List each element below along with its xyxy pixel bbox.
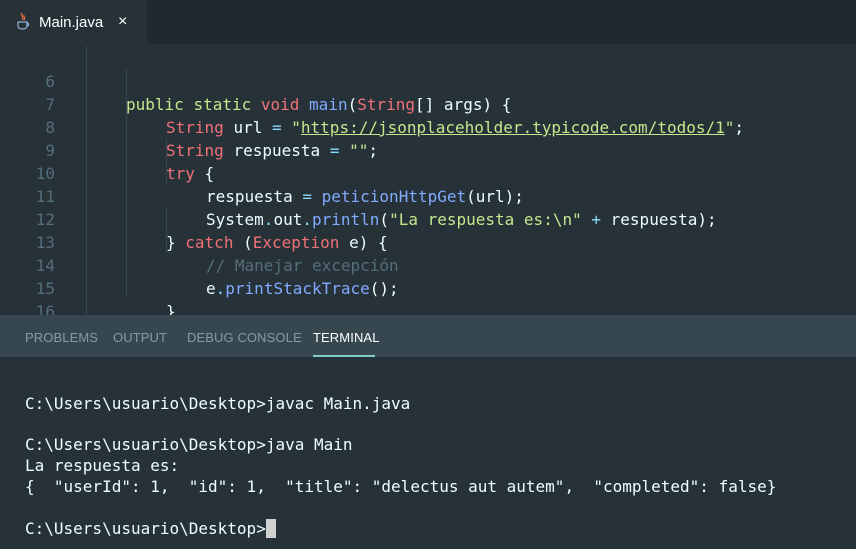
code-line: 14 e.printStackTrace(); xyxy=(0,231,856,298)
tab-title: Main.java xyxy=(39,14,104,31)
tab-main-java[interactable]: Main.java × xyxy=(0,0,147,44)
close-icon[interactable]: × xyxy=(118,12,127,32)
code-line: 15 } xyxy=(0,254,856,315)
code-line: 7 String url = "https://jsonplaceholder.… xyxy=(0,70,856,137)
java-file-icon xyxy=(17,12,30,30)
panel-tab-bar: PROBLEMS OUTPUT DEBUG CONSOLE TERMINAL xyxy=(0,315,856,357)
terminal-prompt-line: C:\Users\usuario\Desktop> xyxy=(25,519,276,539)
code-line: 9 try { xyxy=(0,116,856,183)
terminal-line: La respuesta es: xyxy=(25,456,180,475)
code-editor[interactable]: 6 public static void main(String[] args)… xyxy=(0,44,856,315)
code-line: 17 xyxy=(0,300,856,315)
code-line: 16 } xyxy=(0,277,856,315)
tab-problems[interactable]: PROBLEMS xyxy=(25,330,98,346)
terminal-line: C:\Users\usuario\Desktop>java Main xyxy=(25,435,353,454)
tab-debug-console[interactable]: DEBUG CONSOLE xyxy=(187,330,302,346)
terminal-cursor xyxy=(265,519,276,538)
code-line: 8 String respuesta = ""; xyxy=(0,93,856,160)
terminal-panel[interactable]: C:\Users\usuario\Desktop>javac Main.java… xyxy=(0,357,856,549)
tab-terminal[interactable]: TERMINAL xyxy=(313,330,380,346)
terminal-line: C:\Users\usuario\Desktop>javac Main.java xyxy=(25,394,411,413)
code-line: 10 respuesta = peticionHttpGet(url); xyxy=(0,139,856,206)
code-line: 6 public static void main(String[] args)… xyxy=(0,47,856,114)
code-line: 13 // Manejar excepción xyxy=(0,208,856,275)
code-line: 11 System.out.println("La respuesta es:\… xyxy=(0,162,856,229)
code-line: 12 } catch (Exception e) { xyxy=(0,185,856,252)
editor-tab-bar: Main.java × xyxy=(0,0,856,44)
tab-output[interactable]: OUTPUT xyxy=(113,330,167,346)
terminal-prompt: C:\Users\usuario\Desktop> xyxy=(25,519,266,538)
terminal-line: { "userId": 1, "id": 1, "title": "delect… xyxy=(25,477,777,496)
